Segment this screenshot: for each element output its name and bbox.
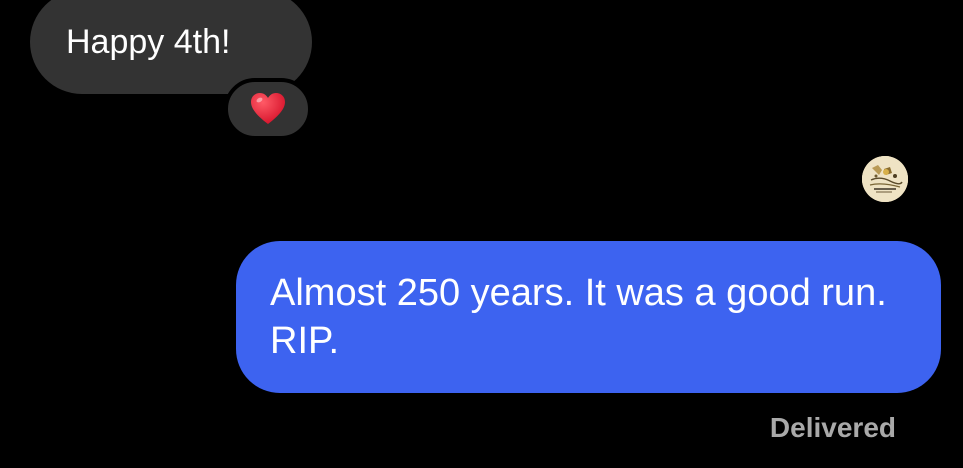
sent-message-bubble[interactable]: Almost 250 years. It was a good run. RIP… xyxy=(236,241,941,393)
message-reaction[interactable] xyxy=(224,78,312,140)
sent-message-text: Almost 250 years. It was a good run. RIP… xyxy=(270,272,887,362)
contact-avatar[interactable] xyxy=(862,156,908,202)
heart-icon xyxy=(250,92,286,126)
received-message-text: Happy 4th! xyxy=(66,23,231,61)
delivery-status: Delivered xyxy=(769,412,896,443)
